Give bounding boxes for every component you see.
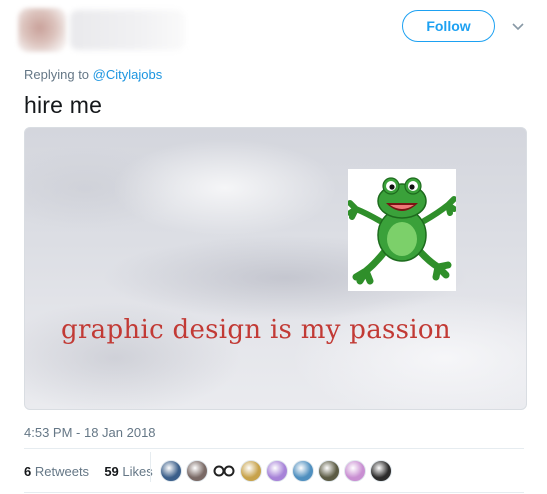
reply-handle-link[interactable]: @Citylajobs [93,67,163,82]
liker-avatar[interactable] [160,460,182,482]
retweets-label[interactable]: Retweets [35,464,89,479]
frog-icon [347,177,457,285]
liker-avatar[interactable] [240,460,262,482]
tweet-text: hire me [24,92,103,118]
user-name-blurred[interactable] [70,10,185,50]
retweets-count[interactable]: 6 [24,464,31,479]
frog-image [347,169,457,291]
likes-label[interactable]: Likes [122,464,152,479]
divider [24,448,524,449]
stats-separator [150,452,151,482]
liker-avatar[interactable] [266,460,288,482]
tweet-stats: 6 Retweets 59 Likes [24,464,153,479]
liker-avatar[interactable] [344,460,366,482]
liker-avatar[interactable] [186,460,208,482]
liker-avatar[interactable] [318,460,340,482]
tweet-image[interactable]: graphic design is my passion [24,127,527,410]
liker-avatar[interactable] [370,460,392,482]
glasses-icon[interactable] [212,460,236,482]
follow-button[interactable]: Follow [402,10,495,42]
image-caption: graphic design is my passion [61,315,451,345]
tweet-timestamp[interactable]: 4:53 PM - 18 Jan 2018 [24,425,156,440]
divider [24,492,524,493]
liker-avatars [160,460,392,484]
replying-to: Replying to @Citylajobs [24,67,162,82]
user-avatar-blurred[interactable] [18,8,66,52]
liker-avatar[interactable] [292,460,314,482]
tweet-header: Follow [0,0,547,60]
chevron-down-icon[interactable] [510,20,526,34]
likes-count[interactable]: 59 [104,464,118,479]
replying-to-label: Replying to [24,67,90,82]
